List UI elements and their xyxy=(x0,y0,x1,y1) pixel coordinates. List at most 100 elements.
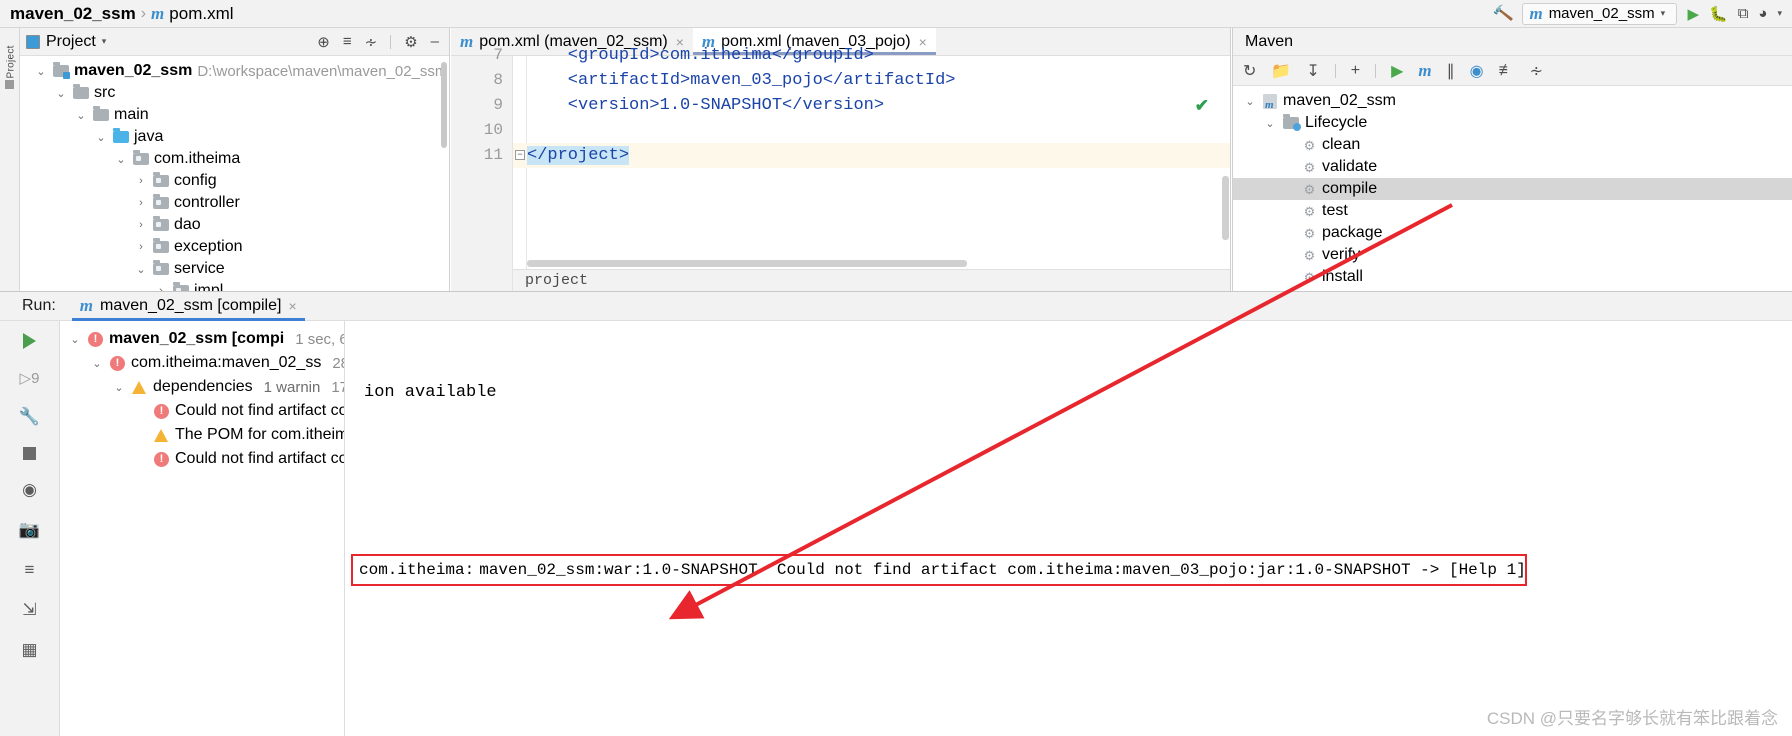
filter-icon[interactable]: ◉ xyxy=(22,480,37,500)
profile-icon[interactable]: ◕ xyxy=(1758,5,1767,22)
chevron-right-icon[interactable]: › xyxy=(134,219,148,231)
screenshot-icon[interactable]: 📷 xyxy=(19,520,40,540)
inspection-status-icon[interactable]: ✔ xyxy=(1195,96,1209,117)
expand-all-icon[interactable]: ≡ xyxy=(343,33,352,50)
gear-icon: ⚙ xyxy=(1303,269,1316,285)
minimize-icon[interactable]: – xyxy=(431,33,439,50)
project-panel-title[interactable]: Project xyxy=(46,33,96,51)
settings-wrench-icon[interactable]: 🔧 xyxy=(19,407,40,427)
reload-icon[interactable]: ↻ xyxy=(1243,61,1256,81)
run-tree-row[interactable]: ⌄ maven_02_ssm [compi 1 sec, 636 ms xyxy=(60,327,344,351)
maven-tree-row[interactable]: ⚙ validate xyxy=(1233,156,1792,178)
chevron-down-icon[interactable]: ⌄ xyxy=(90,357,104,370)
run-tab[interactable]: m maven_02_ssm [compile] × xyxy=(71,291,305,321)
run-tree-row[interactable]: Could not find artifact com xyxy=(60,447,344,471)
project-tree-row[interactable]: › exception xyxy=(20,236,449,258)
download-sources-icon[interactable]: ↧ xyxy=(1306,61,1319,81)
skip-tests-icon[interactable]: ∥ xyxy=(1447,61,1455,81)
run-icon[interactable]: ▶ xyxy=(1687,5,1699,23)
code-line-text: <version>1.0-SNAPSHOT</version> xyxy=(527,96,885,115)
gear-icon: ⚙ xyxy=(1303,203,1316,219)
maven-tree-row[interactable]: ⚙ test xyxy=(1233,200,1792,222)
chevron-right-icon[interactable]: › xyxy=(134,241,148,253)
project-tree-row[interactable]: ⌄ src xyxy=(20,82,449,104)
chevron-down-icon[interactable]: ▾ xyxy=(102,36,107,47)
chevron-down-icon[interactable]: ⌄ xyxy=(1263,117,1277,130)
structure-icon[interactable] xyxy=(5,80,14,89)
close-icon[interactable]: × xyxy=(288,298,296,314)
export-icon[interactable]: ⇲ xyxy=(22,600,36,620)
breadcrumb-project[interactable]: maven_02_ssm xyxy=(10,4,136,24)
toggle-offline-icon[interactable]: ◉ xyxy=(1470,61,1484,81)
maven-tree-row[interactable]: ⚙ install xyxy=(1233,266,1792,288)
left-strip-project-label[interactable]: Project xyxy=(6,33,17,78)
collapse-all-icon[interactable]: ∻ xyxy=(1530,61,1543,81)
project-tree-row[interactable]: › config xyxy=(20,170,449,192)
chevron-down-icon[interactable]: ⌄ xyxy=(1243,95,1257,108)
maven-file-icon: m xyxy=(151,3,165,23)
rerun-icon[interactable] xyxy=(23,333,36,349)
stop-icon[interactable] xyxy=(23,447,36,460)
project-tool-window: Project ▾ ⊕ ≡ ∻ ⚙ – ⌄ maven_02_ssm D:\work… xyxy=(20,28,450,299)
show-diagram-icon[interactable]: ≢ xyxy=(1499,62,1515,80)
close-icon[interactable]: × xyxy=(919,34,927,50)
run-tree-row[interactable]: The POM for com.itheima: xyxy=(60,423,344,447)
breadcrumb-file[interactable]: pom.xml xyxy=(169,4,233,24)
chevron-down-icon[interactable]: ⌄ xyxy=(68,333,82,346)
project-tree-row[interactable]: ⌄ service xyxy=(20,258,449,280)
execute-maven-goal-icon[interactable]: m xyxy=(1418,61,1431,81)
maven-goal-compile[interactable]: ⚙ compile xyxy=(1233,178,1792,200)
code-line: <groupId>com.itheima</groupId> xyxy=(527,43,874,68)
chevron-right-icon[interactable]: › xyxy=(134,197,148,209)
project-tree-row[interactable]: ⌄ java xyxy=(20,126,449,148)
maven-tree-row[interactable]: ⚙ package xyxy=(1233,222,1792,244)
debug-icon[interactable]: 🐛 xyxy=(1709,5,1728,23)
maven-tree-row[interactable]: ⚙ verify xyxy=(1233,244,1792,266)
locate-icon[interactable]: ⊕ xyxy=(317,33,330,51)
chevron-down-icon[interactable]: ⌄ xyxy=(94,131,108,144)
project-tree-row[interactable]: › dao xyxy=(20,214,449,236)
chevron-down-icon[interactable]: ⌄ xyxy=(54,87,68,100)
code-fold-icon[interactable]: − xyxy=(515,150,525,160)
maven-tree-row[interactable]: ⌄ maven_02_ssm xyxy=(1233,90,1792,112)
maven-tree-label: test xyxy=(1322,202,1348,219)
editor-fold-strip xyxy=(513,56,527,291)
project-tree[interactable]: ⌄ maven_02_ssm D:\workspace\maven\maven_02… xyxy=(20,56,449,302)
editor-breadcrumb[interactable]: project xyxy=(513,269,1231,291)
run-tree-duration: 1 sec, 636 ms xyxy=(295,330,344,348)
chevron-down-icon[interactable]: ⌄ xyxy=(114,153,128,166)
chevron-right-icon[interactable]: › xyxy=(134,175,148,187)
run-tree-row[interactable]: ⌄ dependencies 1 warnin 175 ms xyxy=(60,375,344,399)
maven-tree-row[interactable]: ⌄ Lifecycle xyxy=(1233,112,1792,134)
run-icon[interactable]: ▶ xyxy=(1391,61,1403,81)
run-configuration-selector[interactable]: m maven_02_ssm ▾ xyxy=(1522,2,1678,25)
gear-icon[interactable]: ⚙ xyxy=(404,33,417,51)
run-console[interactable]: ion available com.itheima: maven_02_ssm:… xyxy=(346,321,1792,736)
run-tree-row[interactable]: Could not find artifact com xyxy=(60,399,344,423)
project-tree-row[interactable]: ⌄ com.itheima xyxy=(20,148,449,170)
run-tree-row[interactable]: ⌄ com.itheima:maven_02_ss 283 ms xyxy=(60,351,344,375)
maven-lifecycle-tree[interactable]: ⌄ maven_02_ssm ⌄ Lifecycle ⚙ clean ⚙ validate ⚙ c… xyxy=(1233,86,1792,288)
editor-horizontal-scrollbar[interactable] xyxy=(527,260,967,267)
chevron-down-icon[interactable]: ⌄ xyxy=(74,109,88,122)
hammer-icon[interactable]: 🔨 xyxy=(1491,2,1514,25)
print-icon[interactable]: ≡ xyxy=(25,560,35,580)
project-tree-scrollbar[interactable] xyxy=(441,62,447,148)
project-tree-row[interactable]: ⌄ maven_02_ssm D:\workspace\maven\maven_02… xyxy=(20,60,449,82)
add-maven-projects-icon[interactable]: 📁 xyxy=(1271,61,1291,81)
layout-icon[interactable]: ▦ xyxy=(21,640,37,660)
chevron-down-icon[interactable]: ⌄ xyxy=(134,263,148,276)
collapse-all-icon[interactable]: ∻ xyxy=(365,33,378,51)
maven-tree-row[interactable]: ⚙ clean xyxy=(1233,134,1792,156)
run-result-tree[interactable]: ⌄ maven_02_ssm [compi 1 sec, 636 ms ⌄ com.it… xyxy=(60,321,345,736)
rerun-failed-icon[interactable]: ▷9 xyxy=(20,369,40,387)
code-editor[interactable]: 7 8 9 10 11 <groupId>com.itheima</groupId> <… xyxy=(451,46,1231,291)
toolbar-overflow-icon[interactable]: ▾ xyxy=(1777,8,1782,19)
project-tree-row[interactable]: › controller xyxy=(20,192,449,214)
chevron-down-icon[interactable]: ⌄ xyxy=(112,381,126,394)
plus-icon[interactable]: + xyxy=(1351,62,1360,80)
project-tree-row[interactable]: ⌄ main xyxy=(20,104,449,126)
chevron-down-icon[interactable]: ⌄ xyxy=(34,65,48,78)
coverage-icon[interactable]: ⧉ xyxy=(1738,5,1749,22)
editor-vertical-scrollbar[interactable] xyxy=(1222,176,1229,240)
